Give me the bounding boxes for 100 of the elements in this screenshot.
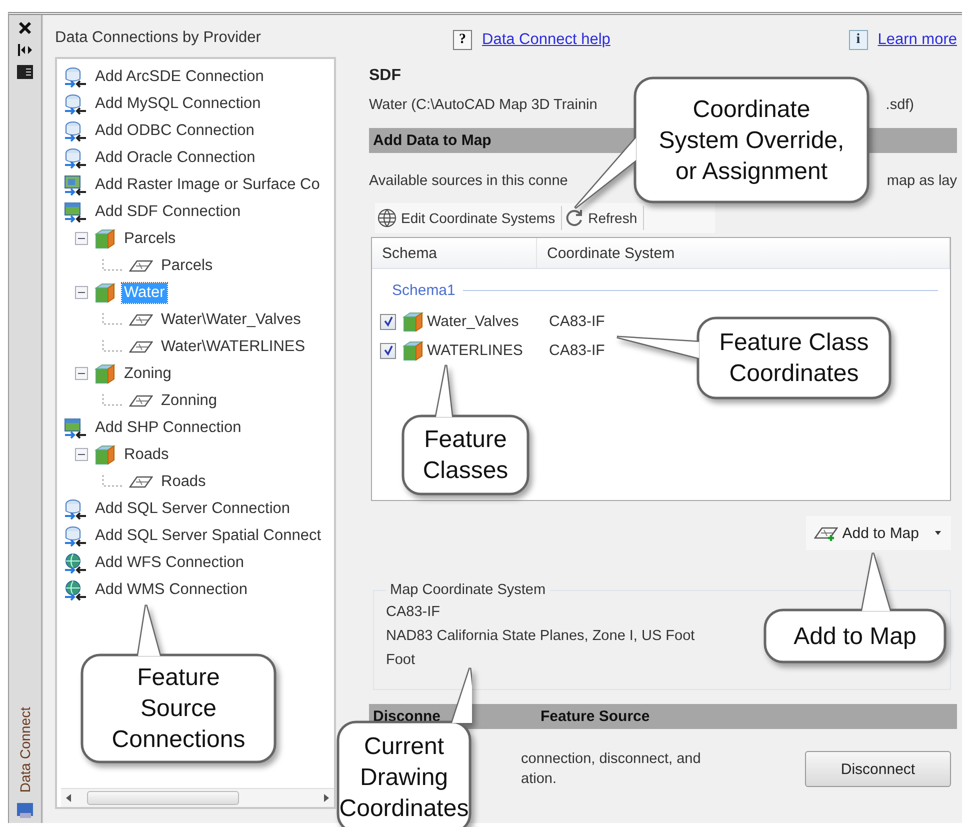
- database-connection-icon: [63, 498, 87, 520]
- layer-icon: [129, 312, 153, 328]
- checkbox[interactable]: [380, 314, 396, 330]
- tree-item[interactable]: Parcels: [159, 256, 215, 276]
- table-cell-text: CA83-IF: [548, 313, 605, 330]
- callout-text: Feature: [137, 663, 220, 693]
- auto-hide-icon[interactable]: [17, 43, 33, 57]
- column-header[interactable]: Coordinate System: [537, 238, 950, 268]
- schema-group-label: Schema1: [392, 282, 456, 298]
- cube-icon: [94, 364, 116, 384]
- tree-item[interactable]: Add ODBC Connection: [93, 120, 256, 140]
- refresh-button[interactable]: Refresh: [562, 206, 644, 230]
- panel-title: Data Connections by Provider: [55, 29, 262, 47]
- tree-connector: [101, 312, 123, 326]
- help-icon: ?: [453, 30, 472, 50]
- database-connection-icon: [63, 120, 87, 142]
- layer-icon: [129, 258, 153, 274]
- coordinate-code: CA83-IF: [386, 604, 440, 620]
- cube-icon: [402, 340, 424, 360]
- tree-item[interactable]: Zoning: [122, 364, 174, 384]
- tree-item[interactable]: Add ArcSDE Connection: [93, 66, 266, 86]
- coordinate-unit: Foot: [386, 652, 416, 668]
- info-icon: i: [848, 30, 868, 50]
- edit-coordinate-systems-button[interactable]: Edit Coordinate Systems: [375, 206, 562, 230]
- tree-item[interactable]: Add MySQL Connection: [93, 94, 263, 114]
- close-icon[interactable]: [18, 21, 32, 35]
- callout-text: Connections: [112, 725, 246, 755]
- tree-item[interactable]: Roads: [122, 444, 171, 464]
- callout-text: Coordinates: [339, 794, 469, 824]
- tree-item[interactable]: Add WMS Connection: [93, 580, 250, 600]
- disconnect-button[interactable]: Disconnect: [805, 751, 951, 787]
- collapse-icon[interactable]: [75, 286, 88, 299]
- properties-icon[interactable]: [17, 65, 33, 79]
- cube-icon: [402, 312, 424, 332]
- collapse-icon[interactable]: [75, 448, 88, 461]
- tree-item[interactable]: Roads: [159, 472, 208, 492]
- provider-type: SDF: [369, 67, 402, 85]
- feature-class-name: WATERLINES: [427, 342, 523, 359]
- tree-item[interactable]: Add Raster Image or Surface Co: [93, 174, 322, 194]
- callout-text: Coordinates: [729, 359, 859, 389]
- callout-text: System Override,: [658, 126, 844, 156]
- tree-item[interactable]: Add SQL Server Spatial Connect: [93, 526, 324, 546]
- database-connection-icon: [63, 146, 87, 168]
- help-link[interactable]: Learn more: [878, 31, 957, 49]
- tree-item[interactable]: Add SHP Connection: [93, 418, 244, 438]
- add-to-map-button[interactable]: Add to Map: [806, 516, 951, 550]
- callout-text: Feature: [424, 425, 507, 455]
- tree-item[interactable]: Zonning: [159, 390, 220, 410]
- refresh-icon: [564, 208, 584, 228]
- callout-text: Source: [140, 694, 217, 724]
- layer-icon: [129, 392, 153, 408]
- scroll-left-icon[interactable]: [65, 793, 73, 803]
- layer-icon: [129, 338, 153, 354]
- file-connection-icon: [63, 200, 87, 222]
- section-title: Feature Source: [540, 708, 650, 725]
- help-link[interactable]: Data Connect help: [482, 31, 610, 49]
- tree-item[interactable]: Add SQL Server Connection: [93, 498, 292, 518]
- callout-text: Coordinate: [692, 94, 810, 124]
- database-connection-icon: [63, 524, 87, 546]
- app-logo-icon: [16, 801, 34, 819]
- checkbox[interactable]: [380, 342, 396, 358]
- layer-icon: [129, 474, 153, 490]
- tree-item[interactable]: Water\WATERLINES: [159, 336, 308, 356]
- section-title: Add Data to Map: [373, 132, 492, 149]
- cube-icon: [94, 444, 116, 464]
- connection-path: .sdf): [886, 97, 914, 113]
- horizontal-scrollbar[interactable]: [61, 788, 334, 807]
- file-connection-icon: [63, 416, 87, 438]
- web-connection-icon: [63, 552, 87, 574]
- callout-text: Drawing: [360, 762, 448, 792]
- group-legend: Map Coordinate System: [386, 582, 550, 598]
- database-connection-icon: [63, 92, 87, 114]
- scroll-thumb[interactable]: [87, 791, 239, 805]
- tree-connector: [101, 394, 123, 408]
- column-header[interactable]: Schema: [372, 238, 537, 268]
- web-connection-icon: [63, 578, 87, 600]
- description-text: Available sources in this conne: [369, 173, 568, 189]
- raster-connection-icon: [63, 174, 87, 196]
- callout-text: Current: [364, 732, 444, 762]
- tree-item[interactable]: Parcels: [122, 228, 178, 248]
- description-text: map as lay: [886, 173, 957, 189]
- dock-tab-label[interactable]: Data Connect: [17, 707, 33, 793]
- tree-item[interactable]: Add WFS Connection: [93, 552, 246, 572]
- description-text: connection, disconnect, and: [521, 751, 701, 767]
- collapse-icon[interactable]: [75, 367, 88, 380]
- collapse-icon[interactable]: [75, 232, 88, 245]
- scroll-right-icon[interactable]: [322, 793, 330, 803]
- callout-text: Add to Map: [794, 622, 916, 652]
- database-connection-icon: [63, 66, 87, 88]
- cube-icon: [94, 228, 116, 248]
- description-text: ation.: [521, 771, 558, 787]
- layer-add-icon: [814, 525, 838, 541]
- cube-icon: [94, 282, 116, 302]
- coordinate-description: NAD83 California State Planes, Zone I, US Foot: [386, 628, 695, 644]
- tree-item[interactable]: Add Oracle Connection: [93, 148, 258, 168]
- tree-connector: [101, 340, 123, 354]
- caret-icon: [933, 530, 943, 536]
- feature-class-name: Water_Valves: [427, 313, 519, 330]
- tree-item[interactable]: Water\Water_Valves: [159, 310, 303, 330]
- tree-item[interactable]: Add SDF Connection: [93, 202, 243, 222]
